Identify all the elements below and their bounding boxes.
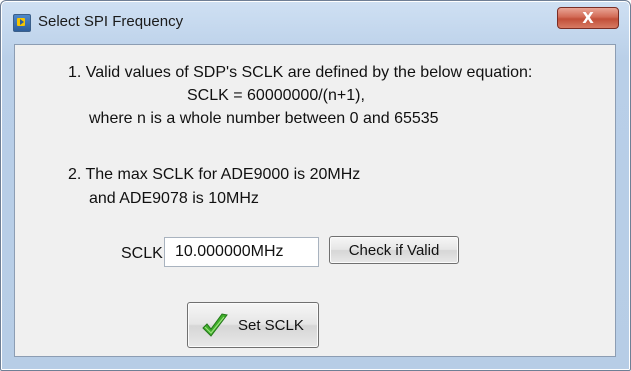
close-icon: X bbox=[582, 9, 594, 27]
dialog-content: 1. Valid values of SDP's SCLK are define… bbox=[14, 44, 616, 357]
app-icon bbox=[13, 14, 31, 32]
instruction-2-line-1: 2. The max SCLK for ADE9000 is 20MHz bbox=[68, 166, 361, 183]
sclk-label: SCLK bbox=[121, 245, 163, 262]
green-checkmark-icon bbox=[202, 313, 228, 337]
check-if-valid-button[interactable]: Check if Valid bbox=[329, 236, 459, 264]
close-button[interactable]: X bbox=[557, 7, 619, 29]
set-sclk-button[interactable]: Set SCLK bbox=[187, 302, 319, 348]
check-if-valid-label: Check if Valid bbox=[348, 242, 440, 259]
set-sclk-label: Set SCLK bbox=[238, 317, 304, 334]
instruction-2-line-2: and ADE9078 is 10MHz bbox=[89, 190, 259, 207]
sclk-input[interactable] bbox=[164, 237, 319, 267]
instruction-1-line-1: 1. Valid values of SDP's SCLK are define… bbox=[68, 64, 533, 81]
title-bar[interactable]: Select SPI Frequency X bbox=[1, 1, 630, 41]
window-title: Select SPI Frequency bbox=[38, 13, 184, 30]
instruction-1-equation: SCLK = 60000000/(n+1), bbox=[187, 87, 365, 104]
instruction-1-line-3: where n is a whole number between 0 and … bbox=[89, 110, 439, 127]
dialog-window: Select SPI Frequency X 1. Valid values o… bbox=[0, 0, 631, 371]
